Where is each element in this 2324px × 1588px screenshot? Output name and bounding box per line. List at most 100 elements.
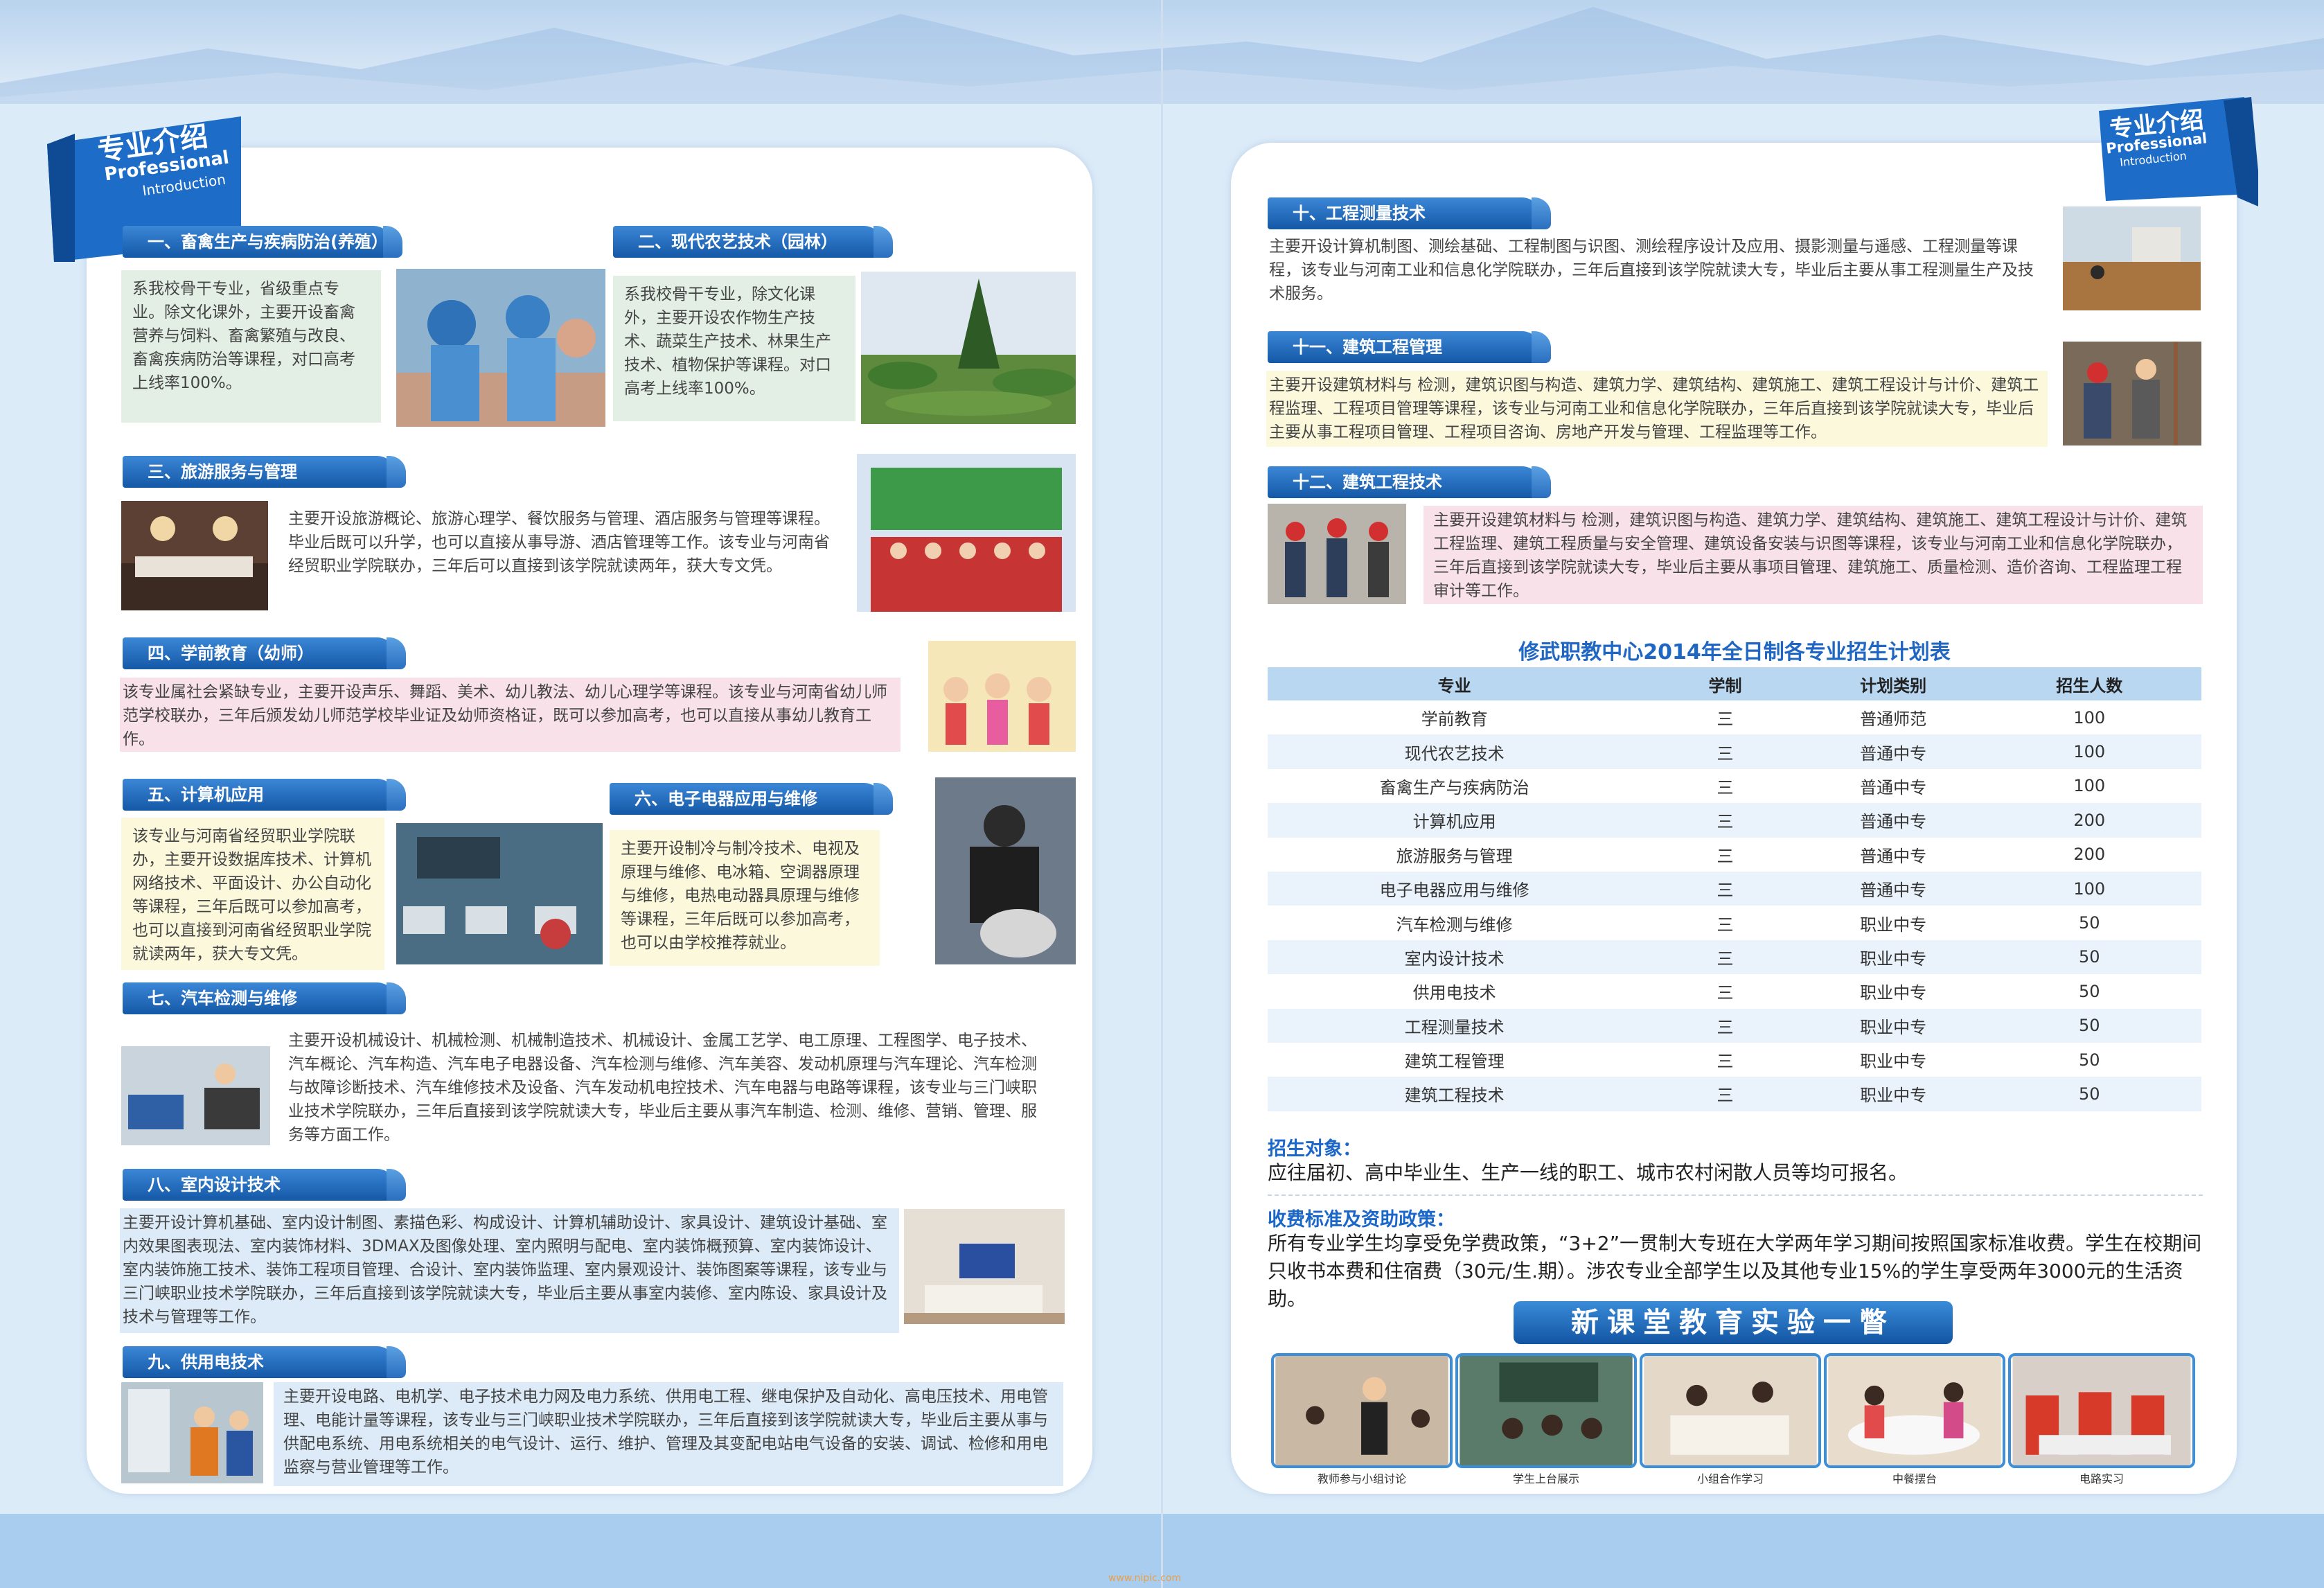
gallery-caption-4: 中餐摆台 [1892, 1472, 1937, 1485]
section-text-preschool: 该专业属社会紧缺专业，主要开设声乐、舞蹈、美术、幼儿教法、幼儿心理学等课程。该专… [120, 678, 901, 752]
cell: 200 [1977, 837, 2201, 872]
photo-power-lab [121, 1382, 263, 1483]
cell: 职业中专 [1809, 939, 1978, 975]
section-text-construction-tech: 主要开设建筑材料与 检测，建筑识图与构造、建筑力学、建筑结构、建筑施工、建筑工程… [1423, 506, 2203, 604]
cell: 50 [1977, 1008, 2201, 1043]
section-header-auto: 七、汽车检测与维修 [123, 982, 406, 1014]
photo-computer-lab [396, 823, 603, 964]
photo-livestock-lab [396, 269, 605, 427]
fees-label: 收费标准及资助政策： [1268, 1209, 1455, 1230]
gallery-photo-5 [2008, 1353, 2195, 1468]
cell: 100 [1977, 871, 2201, 906]
table-row: 旅游服务与管理三普通中专 200 [1268, 837, 2201, 872]
footer-watermark: www.nipic.com [1108, 1573, 1182, 1584]
table-row: 现代农艺技术三普通中专 100 [1268, 734, 2201, 769]
cell: 旅游服务与管理 [1268, 837, 1642, 872]
photo-construction-site [2063, 342, 2201, 445]
section-header-survey: 十、工程测量技术 [1268, 197, 1551, 229]
cell: 畜禽生产与疾病防治 [1268, 768, 1642, 804]
section-text-interior: 主要开设计算机基础、室内设计制图、素描色彩、构成设计、计算机辅助设计、家具设计、… [120, 1208, 899, 1333]
cell: 职业中专 [1809, 1008, 1978, 1043]
table-row: 畜禽生产与疾病防治三普通中专 100 [1268, 768, 2201, 804]
section-header-agronomy: 二、现代农艺技术（园林） [613, 226, 893, 258]
table-row: 工程测量技术三职业中专 50 [1268, 1008, 2201, 1043]
section-header-electronics: 六、电子电器应用与维修 [610, 783, 893, 815]
cell: 三 [1641, 939, 1809, 975]
cell: 三 [1641, 768, 1809, 804]
col-header-quota: 招生人数 [1977, 667, 2201, 700]
cell: 职业中专 [1809, 1042, 1978, 1077]
cell: 50 [1977, 1042, 2201, 1077]
page-spine [1161, 0, 1163, 1588]
cell: 200 [1977, 803, 2201, 838]
cell: 职业中专 [1809, 974, 1978, 1009]
cell: 50 [1977, 1077, 2201, 1111]
divider [1268, 1194, 2203, 1196]
cell: 三 [1641, 1077, 1809, 1111]
col-header-category: 计划类别 [1809, 667, 1978, 700]
cell: 50 [1977, 906, 2201, 940]
section-header-computer: 五、计算机应用 [123, 779, 406, 811]
cell: 100 [1977, 768, 2201, 804]
cell: 工程测量技术 [1268, 1008, 1642, 1043]
cell: 普通中专 [1809, 837, 1978, 872]
cell: 50 [1977, 974, 2201, 1009]
cell: 100 [1977, 734, 2201, 769]
section-header-tourism: 三、旅游服务与管理 [123, 456, 406, 488]
cell: 电子电器应用与维修 [1268, 871, 1642, 906]
section-text-agronomy: 系我校骨干专业，除文化课外，主要开设农作物生产技术、蔬菜生产技术、林果生产技术、… [613, 276, 855, 421]
section-text-tourism: 主要开设旅游概论、旅游心理学、餐饮服务与管理、酒店服务与管理等课程。毕业后既可以… [288, 510, 830, 575]
cell: 室内设计技术 [1268, 939, 1642, 975]
cell: 普通中专 [1809, 734, 1978, 769]
table-row: 建筑工程技术三职业中专 50 [1268, 1077, 2201, 1111]
cell: 三 [1641, 837, 1809, 872]
cell: 50 [1977, 939, 2201, 975]
section-text-auto: 主要开设机械设计、机械检测、机械制造技术、机械设计、金属工艺学、电工原理、工程图… [288, 1032, 1037, 1144]
gallery-caption-2: 学生上台展示 [1512, 1472, 1579, 1485]
cell: 普通中专 [1809, 871, 1978, 906]
cell: 三 [1641, 906, 1809, 940]
col-header-major: 专业 [1268, 667, 1642, 700]
col-header-years: 学制 [1641, 667, 1809, 700]
section-header-interior: 八、室内设计技术 [123, 1169, 406, 1201]
enroll-label: 招生对象： [1268, 1138, 1361, 1160]
photo-electronics-repair [935, 777, 1076, 964]
photo-interior-room [904, 1209, 1065, 1324]
cell: 供用电技术 [1268, 974, 1642, 1009]
gallery-caption-5: 电路实习 [2079, 1472, 2124, 1485]
cell: 建筑工程技术 [1268, 1077, 1642, 1111]
photo-tourism-event [857, 454, 1076, 612]
table-row: 室内设计技术三职业中专 50 [1268, 939, 2201, 975]
cell: 100 [1977, 700, 2201, 735]
table-row: 学前教育三普通师范 100 [1268, 700, 2201, 735]
enroll-text: 应往届初、高中毕业生、生产一线的职工、城市农村闲散人员等均可报名。 [1268, 1161, 1908, 1184]
photo-tourism-restaurant [121, 501, 268, 610]
section-text-construction-mgmt: 主要开设建筑材料与 检测，建筑识图与构造、建筑力学、建筑结构、建筑施工、建筑工程… [1266, 371, 2048, 447]
table-row: 汽车检测与维修三职业中专 50 [1268, 906, 2201, 940]
table-row: 建筑工程管理三职业中专 50 [1268, 1042, 2201, 1077]
cell: 职业中专 [1809, 1077, 1978, 1111]
cell: 普通中专 [1809, 803, 1978, 838]
section-header-livestock: 一、畜禽生产与疾病防治(养殖） [123, 226, 402, 258]
cell: 普通师范 [1809, 700, 1978, 735]
cell: 学前教育 [1268, 700, 1642, 735]
photo-preschool-kids [928, 641, 1076, 752]
table-header-row: 专业 学制 计划类别 招生人数 [1268, 667, 2201, 700]
cell: 三 [1641, 871, 1809, 906]
gallery-photo-3 [1640, 1353, 1821, 1468]
section-text-survey: 主要开设计算机制图、测绘基础、工程制图与识图、测绘程序设计及应用、摄影测量与遥感… [1269, 238, 2034, 303]
cell: 建筑工程管理 [1268, 1042, 1642, 1077]
section-header-construction-mgmt: 十一、建筑工程管理 [1268, 331, 1551, 363]
section-text-livestock: 系我校骨干专业，省级重点专业。除文化课外，主要开设畜禽营养与饲料、畜禽繁殖与改良… [121, 270, 381, 423]
section-header-power: 九、供用电技术 [123, 1346, 406, 1378]
gallery-caption-3: 小组合作学习 [1696, 1472, 1764, 1485]
cell: 三 [1641, 734, 1809, 769]
photo-survey-site [2063, 206, 2201, 310]
photo-construction-workers [1268, 504, 1406, 604]
gallery-photo-2 [1455, 1353, 1637, 1468]
enrollment-plan-table: 专业 学制 计划类别 招生人数 学前教育三普通师范 100 现代农艺技术三普通中专… [1268, 667, 2201, 1111]
cell: 三 [1641, 700, 1809, 735]
photo-auto-workshop [121, 1046, 270, 1145]
cell: 三 [1641, 974, 1809, 1009]
gallery-caption-1: 教师参与小组讨论 [1317, 1472, 1406, 1485]
